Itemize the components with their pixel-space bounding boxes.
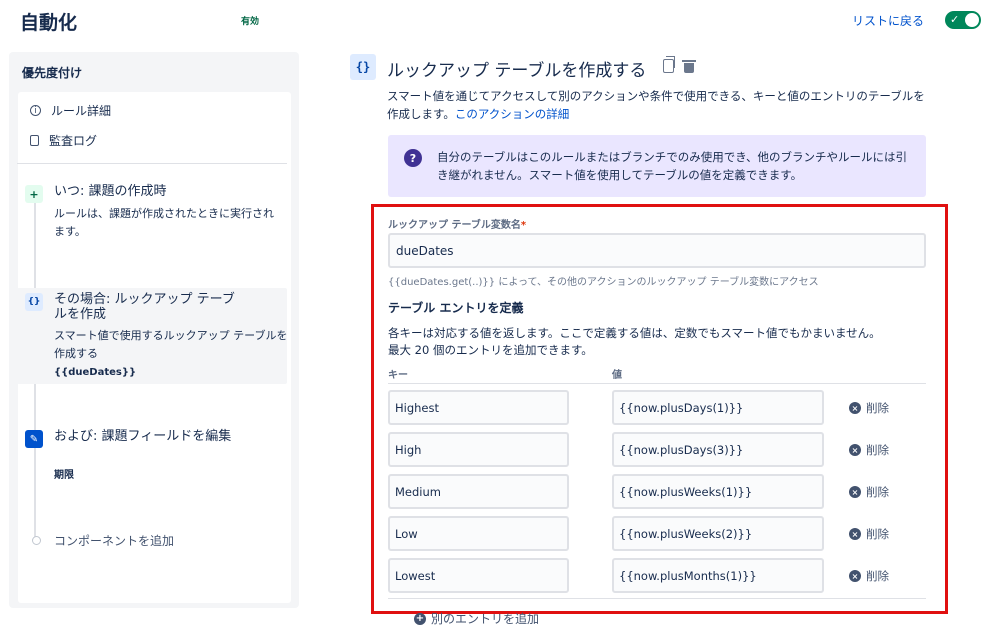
key-column-header: キー bbox=[388, 370, 408, 381]
edit-step-field: 期限 bbox=[54, 470, 74, 481]
rule-details-link[interactable]: i ルール詳細 bbox=[30, 102, 111, 119]
page-title: 自動化 bbox=[20, 12, 78, 34]
braces-icon: {} bbox=[350, 54, 376, 80]
entry-key-input[interactable] bbox=[388, 474, 569, 509]
action-description: スマート値を通じてアクセスして別のアクションや条件で使用できる、キーと値のエント… bbox=[387, 87, 927, 123]
audit-log-link[interactable]: 監査ログ bbox=[30, 132, 97, 149]
lookup-table-step[interactable]: {} その場合: ルックアップ テーブルを作成 スマート値で使用するルックアップ… bbox=[25, 292, 288, 383]
close-icon: × bbox=[849, 570, 861, 582]
variable-name-label: ルックアップ テーブル変数名* bbox=[388, 216, 526, 231]
rule-enabled-toggle[interactable]: ✓ bbox=[945, 11, 981, 29]
rule-name: 優先度付け bbox=[22, 66, 83, 80]
close-icon: × bbox=[849, 528, 861, 540]
table-header-divider bbox=[388, 383, 926, 384]
entries-section-desc: 各キーは対応する値を返します。ここで定義する値は、定数でもスマート値でもかまいま… bbox=[388, 325, 938, 359]
table-footer-divider bbox=[388, 598, 926, 599]
entry-value-input[interactable] bbox=[612, 474, 824, 509]
delete-entry-button[interactable]: × 削除 bbox=[849, 526, 889, 542]
audit-log-label: 監査ログ bbox=[49, 134, 98, 148]
action-title: ルックアップ テーブルを作成する bbox=[387, 61, 647, 81]
plus-icon: + bbox=[414, 612, 426, 625]
toggle-knob bbox=[965, 13, 979, 27]
entry-value-input[interactable] bbox=[612, 558, 824, 593]
delete-label: 削除 bbox=[866, 527, 889, 541]
entry-value-input[interactable] bbox=[612, 390, 824, 425]
close-icon: × bbox=[849, 402, 861, 414]
variable-name-label-text: ルックアップ テーブル変数名 bbox=[388, 220, 521, 231]
variable-helper-text: {{dueDates.get(..)}} によって、その他のアクションのルックア… bbox=[388, 277, 819, 288]
entries-desc-line-1: 各キーは対応する値を返します。ここで定義する値は、定数でもスマート値でもかまいま… bbox=[388, 326, 881, 340]
delete-label: 削除 bbox=[866, 401, 889, 415]
entry-value-input[interactable] bbox=[612, 432, 824, 467]
required-marker: * bbox=[520, 220, 527, 231]
edit-step-title: および: 課題フィールドを編集 bbox=[54, 429, 232, 444]
value-column-header: 値 bbox=[612, 370, 622, 381]
entry-key-input[interactable] bbox=[388, 516, 569, 551]
braces-icon: {} bbox=[25, 293, 43, 311]
info-text: 自分のテーブルはこのルールまたはブランチでのみ使用でき、他のブランチやルールには… bbox=[437, 150, 907, 182]
close-icon: × bbox=[849, 486, 861, 498]
entry-value-input[interactable] bbox=[612, 516, 824, 551]
delete-label: 削除 bbox=[866, 569, 889, 583]
divider bbox=[17, 163, 287, 164]
trash-icon[interactable] bbox=[682, 60, 696, 73]
add-component-dot-icon bbox=[32, 536, 41, 545]
rule-details-label: ルール詳細 bbox=[51, 104, 112, 118]
lookup-step-title: その場合: ルックアップ テーブルを作成 bbox=[54, 292, 235, 322]
document-icon bbox=[30, 135, 39, 146]
edit-field-step[interactable]: ✎ および: 課題フィールドを編集 期限 bbox=[25, 429, 285, 485]
trigger-step-title: いつ: 課題の作成時 bbox=[54, 184, 167, 199]
delete-entry-button[interactable]: × 削除 bbox=[849, 400, 889, 416]
entries-desc-line-2: 最大 20 個のエントリを追加できます。 bbox=[388, 343, 593, 357]
pencil-icon: ✎ bbox=[25, 430, 43, 448]
plus-icon: + bbox=[25, 185, 43, 203]
check-icon: ✓ bbox=[950, 13, 960, 26]
add-entry-label: 別のエントリを追加 bbox=[431, 612, 540, 626]
variable-name-input[interactable] bbox=[388, 233, 926, 268]
back-to-list-link[interactable]: リストに戻る bbox=[852, 12, 924, 29]
status-badge: 有効 bbox=[241, 17, 260, 27]
entry-key-input[interactable] bbox=[388, 558, 569, 593]
add-entry-button[interactable]: + 別のエントリを追加 bbox=[414, 610, 539, 627]
copy-icon[interactable] bbox=[663, 56, 675, 73]
delete-entry-button[interactable]: × 削除 bbox=[849, 442, 889, 458]
delete-label: 削除 bbox=[866, 485, 889, 499]
entries-section-title: テーブル エントリを定義 bbox=[388, 301, 524, 315]
trigger-step[interactable]: + いつ: 課題の作成時 ルールは、課題が作成されたときに実行されます。 bbox=[25, 184, 285, 255]
lookup-step-desc: スマート値で使用するルックアップ テーブルを作成する bbox=[54, 329, 288, 360]
info-panel: ? 自分のテーブルはこのルールまたはブランチでのみ使用でき、他のブランチやルール… bbox=[388, 135, 926, 197]
info-icon: i bbox=[30, 105, 41, 116]
entry-key-input[interactable] bbox=[388, 432, 569, 467]
lookup-step-variable: {{dueDates}} bbox=[54, 367, 137, 378]
entry-key-input[interactable] bbox=[388, 390, 569, 425]
action-details-link[interactable]: このアクションの詳細 bbox=[455, 107, 569, 121]
add-component-link[interactable]: コンポーネントを追加 bbox=[54, 532, 174, 549]
delete-entry-button[interactable]: × 削除 bbox=[849, 484, 889, 500]
delete-label: 削除 bbox=[866, 443, 889, 457]
trigger-step-desc: ルールは、課題が作成されたときに実行されます。 bbox=[54, 207, 274, 238]
delete-entry-button[interactable]: × 削除 bbox=[849, 568, 889, 584]
question-icon: ? bbox=[404, 149, 422, 167]
close-icon: × bbox=[849, 444, 861, 456]
